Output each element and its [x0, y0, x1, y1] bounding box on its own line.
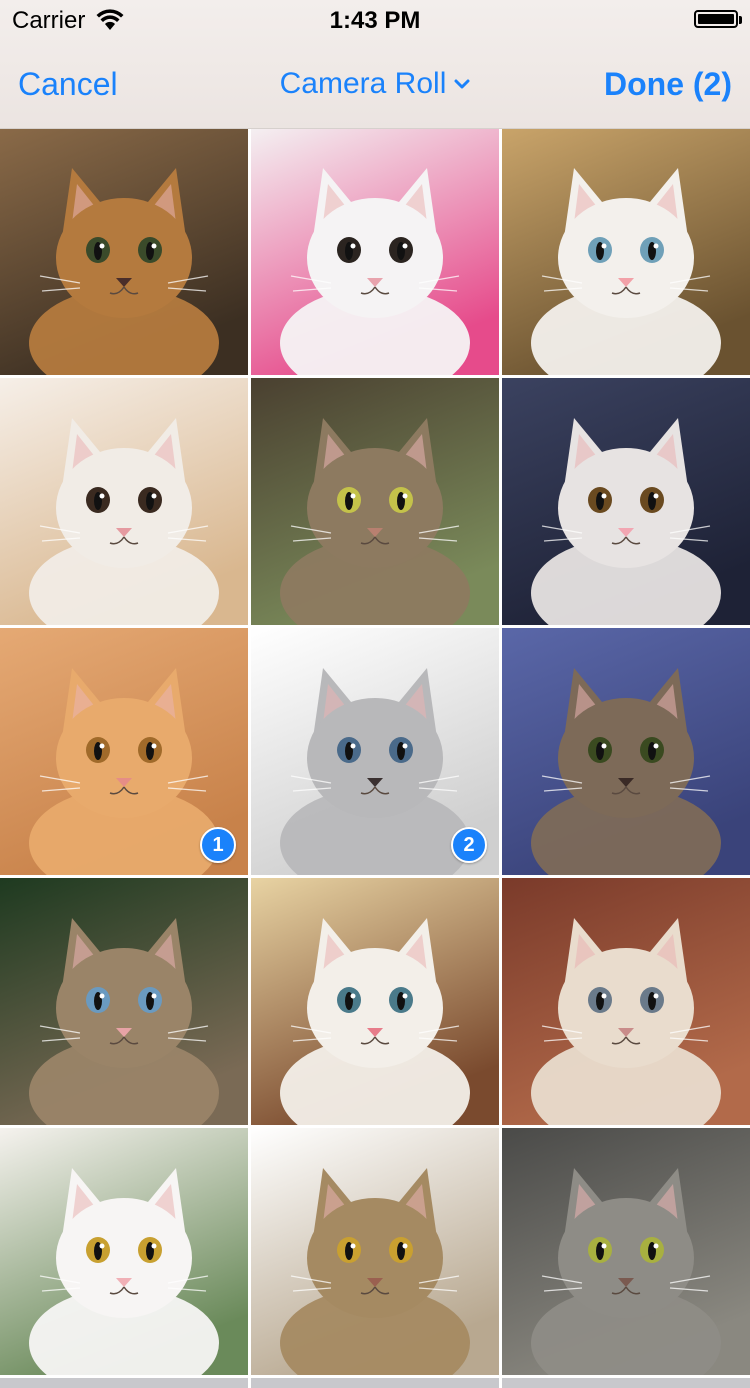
navigation-bar: Carrier 1:43 PM Cancel Camera Roll Done …: [0, 0, 750, 129]
done-button[interactable]: Done (2): [604, 64, 732, 104]
photo-thumbnail[interactable]: [502, 1128, 750, 1375]
photo-thumbnail[interactable]: [502, 378, 750, 625]
cat-photo: [502, 878, 750, 1125]
photo-grid: 1 2: [0, 128, 750, 1388]
photo-thumbnail[interactable]: [0, 878, 248, 1125]
cat-photo: [251, 128, 499, 375]
battery-icon: [694, 10, 742, 28]
photo-thumbnail[interactable]: [251, 1128, 499, 1375]
cat-photo: [251, 878, 499, 1125]
cat-photo: [502, 1128, 750, 1375]
cat-photo: [0, 378, 248, 625]
cat-photo: [502, 378, 750, 625]
cat-photo: [0, 878, 248, 1125]
chevron-down-icon: [454, 79, 470, 89]
cat-photo: [502, 628, 750, 875]
cat-photo: [251, 1128, 499, 1375]
photo-thumbnail[interactable]: [502, 128, 750, 375]
clock: 1:43 PM: [329, 7, 421, 34]
photo-thumbnail[interactable]: [251, 878, 499, 1125]
selection-badge: 2: [451, 827, 487, 863]
photo-thumbnail-partial[interactable]: [0, 1378, 248, 1388]
album-title: Camera Roll: [279, 67, 447, 100]
cancel-button[interactable]: Cancel: [18, 64, 118, 104]
photo-thumbnail[interactable]: [502, 878, 750, 1125]
cat-photo: [0, 128, 248, 375]
photo-thumbnail[interactable]: [251, 378, 499, 625]
cat-photo: [251, 378, 499, 625]
photo-thumbnail-partial[interactable]: [251, 1378, 499, 1388]
photo-thumbnail[interactable]: 2: [251, 628, 499, 875]
status-bar: Carrier 1:43 PM: [0, 0, 750, 40]
photo-thumbnail[interactable]: [251, 128, 499, 375]
photo-thumbnail[interactable]: 1: [0, 628, 248, 875]
photo-thumbnail[interactable]: [0, 378, 248, 625]
cat-photo: [0, 1128, 248, 1375]
photo-thumbnail[interactable]: [502, 628, 750, 875]
selection-badge: 1: [200, 827, 236, 863]
album-picker-button[interactable]: Camera Roll: [280, 64, 471, 104]
photo-thumbnail-partial[interactable]: [502, 1378, 750, 1388]
photo-thumbnail[interactable]: [0, 128, 248, 375]
photo-thumbnail[interactable]: [0, 1128, 248, 1375]
cat-photo: [502, 128, 750, 375]
